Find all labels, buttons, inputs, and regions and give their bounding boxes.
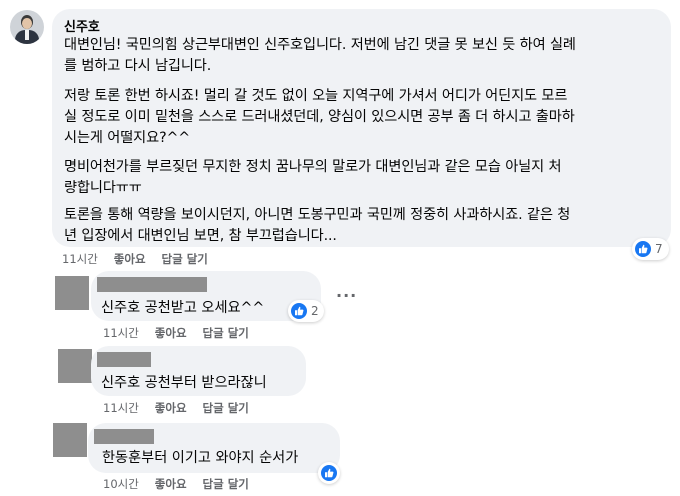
comment-paragraph-3: 명비어천가를 부르짖던 무지한 정치 꿈나무의 말로가 대변인님과 같은 모습 …	[64, 159, 562, 196]
main-comment-bubble: 신주호 대변인님! 국민의힘 상근부대변인 신주호입니다. 저번에 남긴 댓글 …	[52, 9, 671, 247]
reply-text: 한동훈부터 이기고 와야지 순서가	[102, 450, 299, 466]
main-reaction-count: 7	[655, 242, 663, 256]
reply-button[interactable]: 답글 달기	[203, 476, 249, 492]
reply-timestamp[interactable]: 11시간	[103, 325, 139, 341]
comment-author-name[interactable]: 신주호	[64, 16, 100, 35]
thumbs-up-icon	[635, 241, 651, 257]
comment-paragraph-4: 토론을 통해 역량을 보이시던지, 아니면 도봉구민과 국민께 정중히 사과하시…	[64, 207, 571, 244]
like-button[interactable]: 좋아요	[155, 476, 187, 492]
reply-timestamp[interactable]: 10시간	[103, 476, 139, 492]
reply-avatar-redacted[interactable]	[53, 423, 87, 457]
reply-button[interactable]: 답글 달기	[203, 400, 249, 416]
like-button[interactable]: 좋아요	[155, 325, 187, 341]
like-button[interactable]: 좋아요	[155, 400, 187, 416]
main-comment-meta: 11시간 좋아요 답글 달기	[62, 251, 208, 267]
reply-reaction-count: 2	[311, 304, 319, 318]
reply-avatar-redacted[interactable]	[55, 276, 89, 310]
more-options-icon[interactable]: ···	[336, 286, 357, 305]
thumbs-up-icon	[291, 303, 307, 319]
reply-meta: 11시간 좋아요 답글 달기	[103, 400, 249, 416]
reply-text: 신주호 공천받고 오세요^^	[101, 300, 265, 316]
reply-avatar-redacted[interactable]	[58, 349, 92, 383]
reply-bubble: 신주호 공천부터 받으라잖니	[91, 346, 306, 396]
reply-button[interactable]: 답글 달기	[162, 251, 208, 267]
reply-meta: 10시간 좋아요 답글 달기	[103, 476, 249, 492]
thumbs-up-icon	[321, 465, 337, 481]
redacted-author-name	[97, 277, 207, 292]
reply-meta: 11시간 좋아요 답글 달기	[103, 325, 249, 341]
like-button[interactable]: 좋아요	[114, 251, 146, 267]
comment-timestamp[interactable]: 11시간	[62, 251, 98, 267]
reply-text: 신주호 공천부터 받으라잖니	[101, 375, 267, 391]
reply-reaction-summary[interactable]	[318, 462, 340, 484]
author-avatar[interactable]	[10, 10, 44, 44]
comment-paragraph-1: 대변인님! 국민의힘 상근부대변인 신주호입니다. 저번에 남긴 댓글 못 보신…	[64, 37, 576, 74]
reply-timestamp[interactable]: 11시간	[103, 400, 139, 416]
redacted-author-name	[94, 429, 154, 444]
comment-paragraph-2: 저랑 토론 한번 하시죠! 멀리 갈 것도 없이 오늘 지역구에 가셔서 어디가…	[64, 88, 575, 146]
reply-bubble: 신주호 공천받고 오세요^^	[91, 271, 321, 321]
reply-bubble: 한동훈부터 이기고 와야지 순서가	[88, 423, 340, 473]
reply-reaction-summary[interactable]: 2	[288, 300, 324, 322]
reply-button[interactable]: 답글 달기	[203, 325, 249, 341]
redacted-author-name	[97, 352, 151, 367]
main-reaction-summary[interactable]: 7	[632, 238, 669, 260]
